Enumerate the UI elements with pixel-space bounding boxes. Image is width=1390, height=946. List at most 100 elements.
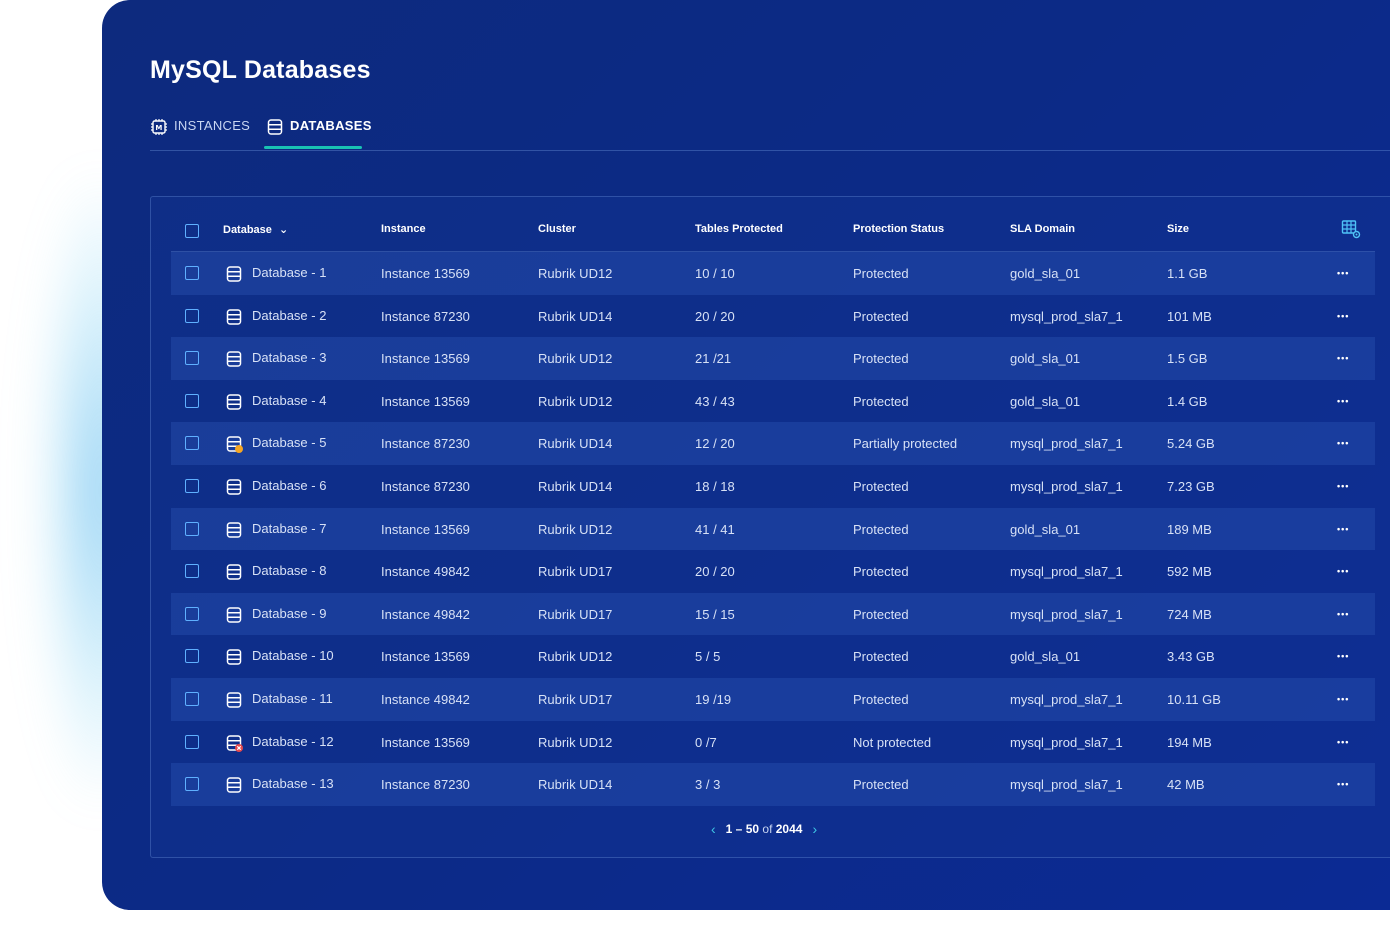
cell-tables-protected: 5 / 5: [695, 649, 721, 665]
cell-protection-status: Protected: [853, 777, 909, 793]
pagination: ‹ 1 – 50 of 2044 ›: [711, 821, 817, 837]
cell-size: 10.11 GB: [1167, 691, 1221, 707]
row-checkbox[interactable]: [185, 691, 199, 706]
cell-size: 101 MB: [1167, 308, 1212, 324]
cell-size: 189 MB: [1167, 521, 1212, 537]
row-actions-icon[interactable]: •••: [1337, 438, 1349, 448]
cell-tables-protected: 0 /7: [695, 734, 717, 750]
cell-cluster: Rubrik UD12: [538, 266, 613, 281]
cell-sla-domain: mysql_prod_sla7_1: [1010, 734, 1123, 750]
row-checkbox[interactable]: [185, 266, 199, 280]
cell-sla-domain: mysql_prod_sla7_1: [1010, 564, 1123, 580]
row-checkbox[interactable]: [185, 308, 199, 323]
row-actions-icon[interactable]: •••: [1337, 694, 1349, 704]
row-checkbox[interactable]: [185, 649, 199, 664]
column-protection-status-header[interactable]: Protection Status: [853, 223, 944, 235]
column-size-header[interactable]: Size: [1167, 223, 1189, 235]
cell-database-name[interactable]: Database - 13: [252, 776, 334, 791]
database-icon: [225, 393, 243, 411]
column-database-header[interactable]: Database ⌄: [223, 223, 288, 236]
table-row[interactable]: Database - 9 Instance 49842 Rubrik UD17 15 …: [171, 592, 1375, 636]
row-actions-icon[interactable]: •••: [1337, 566, 1349, 576]
row-actions-icon[interactable]: •••: [1337, 651, 1349, 661]
cell-tables-protected: 12 / 20: [695, 436, 735, 452]
table-row[interactable]: Database - 13 Instance 87230 Rubrik UD14 3 …: [171, 763, 1375, 806]
row-checkbox[interactable]: [185, 393, 199, 408]
row-actions-icon[interactable]: •••: [1337, 268, 1349, 278]
next-page-icon[interactable]: ›: [812, 821, 817, 837]
cell-size: 194 MB: [1167, 734, 1212, 750]
cell-cluster: Rubrik UD14: [538, 777, 613, 793]
row-actions-icon[interactable]: •••: [1337, 524, 1349, 534]
table-row[interactable]: Database - 10 Instance 13569 Rubrik UD12 5 …: [171, 635, 1375, 678]
table-row[interactable]: Database - 1 Instance 13569 Rubrik UD12 10 …: [171, 252, 1375, 295]
cell-tables-protected: 20 / 20: [695, 564, 735, 580]
cell-tables-protected: 41 / 41: [695, 521, 735, 537]
previous-page-icon[interactable]: ‹: [711, 821, 716, 837]
database-icon: [225, 350, 243, 368]
row-checkbox[interactable]: [185, 777, 199, 792]
database-icon: [225, 776, 243, 794]
column-settings-icon[interactable]: [1341, 219, 1361, 244]
cell-database-name[interactable]: Database - 9: [252, 606, 326, 621]
cell-tables-protected: 15 / 15: [695, 606, 735, 622]
select-all-checkbox[interactable]: [185, 224, 199, 238]
table-row[interactable]: Database - 4 Instance 13569 Rubrik UD12 43 …: [171, 380, 1375, 423]
cell-database-name[interactable]: Database - 1: [252, 265, 326, 280]
cell-database-name[interactable]: Database - 11: [252, 691, 333, 706]
cell-database-name[interactable]: Database - 6: [252, 478, 326, 493]
row-actions-icon[interactable]: •••: [1337, 481, 1349, 491]
cell-instance: Instance 13569: [381, 266, 470, 281]
cell-sla-domain: gold_sla_01: [1010, 393, 1081, 409]
cell-database-name[interactable]: Database - 7: [252, 521, 326, 536]
table-header: Database ⌄ Instance Cluster Tables Prote…: [171, 209, 1375, 252]
row-actions-icon[interactable]: •••: [1337, 779, 1349, 789]
cell-database-name[interactable]: Database - 5: [252, 435, 326, 450]
cell-cluster: Rubrik UD12: [538, 734, 613, 750]
row-actions-icon[interactable]: •••: [1337, 737, 1349, 747]
row-checkbox[interactable]: [185, 478, 199, 493]
cell-sla-domain: mysql_prod_sla7_1: [1010, 691, 1123, 707]
cell-size: 3.43 GB: [1167, 649, 1215, 665]
table-row[interactable]: Database - 11 Instance 49842 Rubrik UD17 19…: [171, 677, 1375, 721]
cell-database-name[interactable]: Database - 10: [252, 648, 334, 663]
row-checkbox[interactable]: [185, 606, 199, 621]
cell-tables-protected: 19 /19: [695, 691, 732, 707]
row-checkbox[interactable]: [185, 436, 199, 451]
database-icon: [225, 648, 243, 666]
table-row[interactable]: Database - 3 Instance 13569 Rubrik UD12 21 …: [171, 337, 1375, 380]
cell-protection-status: Protected: [853, 351, 909, 367]
cell-sla-domain: mysql_prod_sla7_1: [1010, 478, 1123, 494]
column-cluster-header[interactable]: Cluster: [538, 223, 576, 235]
cell-size: 5.24 GB: [1167, 436, 1215, 452]
table-row[interactable]: Database - 2 Instance 87230 Rubrik UD14 20 …: [171, 295, 1375, 338]
table-row[interactable]: Database - 7 Instance 13569 Rubrik UD12 41 …: [171, 507, 1375, 551]
row-checkbox[interactable]: [185, 564, 199, 579]
table-row[interactable]: Database - 8 Instance 49842 Rubrik UD17 20 …: [171, 550, 1375, 593]
cell-cluster: Rubrik UD12: [538, 649, 613, 665]
cell-sla-domain: mysql_prod_sla7_1: [1010, 606, 1123, 622]
table-row[interactable]: Database - 5 Instance 87230 Rubrik UD14 12 …: [171, 422, 1375, 465]
row-checkbox[interactable]: [185, 351, 199, 366]
table-row[interactable]: Database - 6 Instance 87230 Rubrik UD14 18 …: [171, 465, 1375, 508]
cell-database-name[interactable]: Database - 12: [252, 734, 334, 749]
cell-database-name[interactable]: Database - 4: [252, 393, 326, 408]
cell-database-name[interactable]: Database - 8: [252, 563, 326, 578]
column-instance-header[interactable]: Instance: [381, 223, 426, 235]
column-sla-domain-header[interactable]: SLA Domain: [1010, 223, 1075, 235]
cell-size: 1.4 GB: [1167, 393, 1208, 409]
row-actions-icon[interactable]: •••: [1337, 609, 1349, 619]
cell-database-name[interactable]: Database - 3: [252, 350, 326, 365]
cell-database-name[interactable]: Database - 2: [252, 308, 326, 323]
svg-text:M: M: [155, 124, 162, 132]
database-tab-icon: [266, 118, 284, 136]
tab-instances[interactable]: M INSTANCES: [150, 118, 250, 150]
row-checkbox[interactable]: [185, 734, 199, 749]
row-checkbox[interactable]: [185, 521, 199, 536]
row-actions-icon[interactable]: •••: [1337, 311, 1349, 321]
column-tables-protected-header[interactable]: Tables Protected: [695, 223, 783, 235]
row-actions-icon[interactable]: •••: [1337, 353, 1349, 363]
table-row[interactable]: Database - 12 Instance 13569 Rubrik UD12 0 …: [171, 721, 1375, 764]
cell-sla-domain: gold_sla_01: [1010, 649, 1081, 665]
row-actions-icon[interactable]: •••: [1337, 396, 1349, 406]
